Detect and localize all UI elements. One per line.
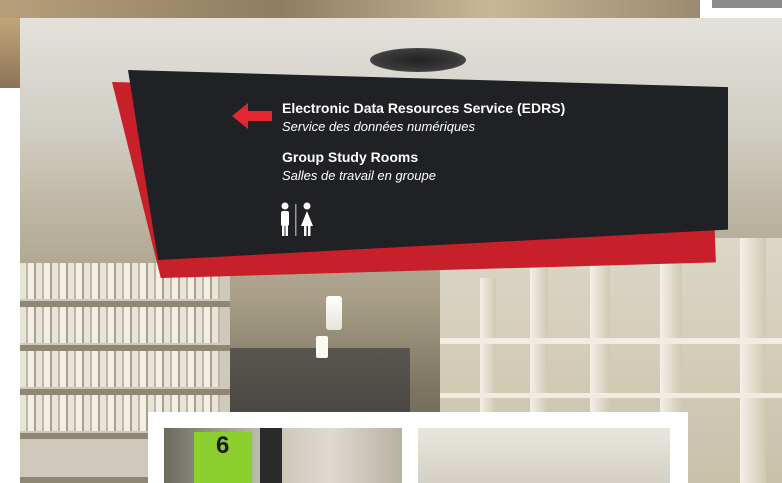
left-margin [0,96,20,483]
left-arrow-icon [232,103,272,129]
ceiling-light [316,336,328,358]
sign-line2-fr: Salles de travail en groupe [282,168,436,183]
sign-line2-en: Group Study Rooms [282,149,419,165]
inset-photo-shelf: 6 [164,428,402,483]
sign-line1-en: Electronic Data Resources Service (EDRS) [282,100,566,116]
shelf-end-panel [260,428,282,483]
directional-sign [128,70,728,260]
gap [0,88,20,96]
left-photo-strip [0,18,20,88]
restroom-icon [281,202,313,236]
top-photo-strip [0,0,700,18]
ceiling-light [326,296,342,330]
shelf-rail [440,393,782,398]
sign-line1-fr: Service des données numériques [282,119,475,134]
book-row [20,307,220,343]
shelf-number: 6 [216,432,230,459]
shelf-rail [440,338,782,344]
ceiling-vent [370,48,466,72]
shelf-post [740,238,766,483]
book-row [20,351,220,387]
inset-photo-ceiling [418,428,670,483]
top-right-strip [712,0,782,8]
